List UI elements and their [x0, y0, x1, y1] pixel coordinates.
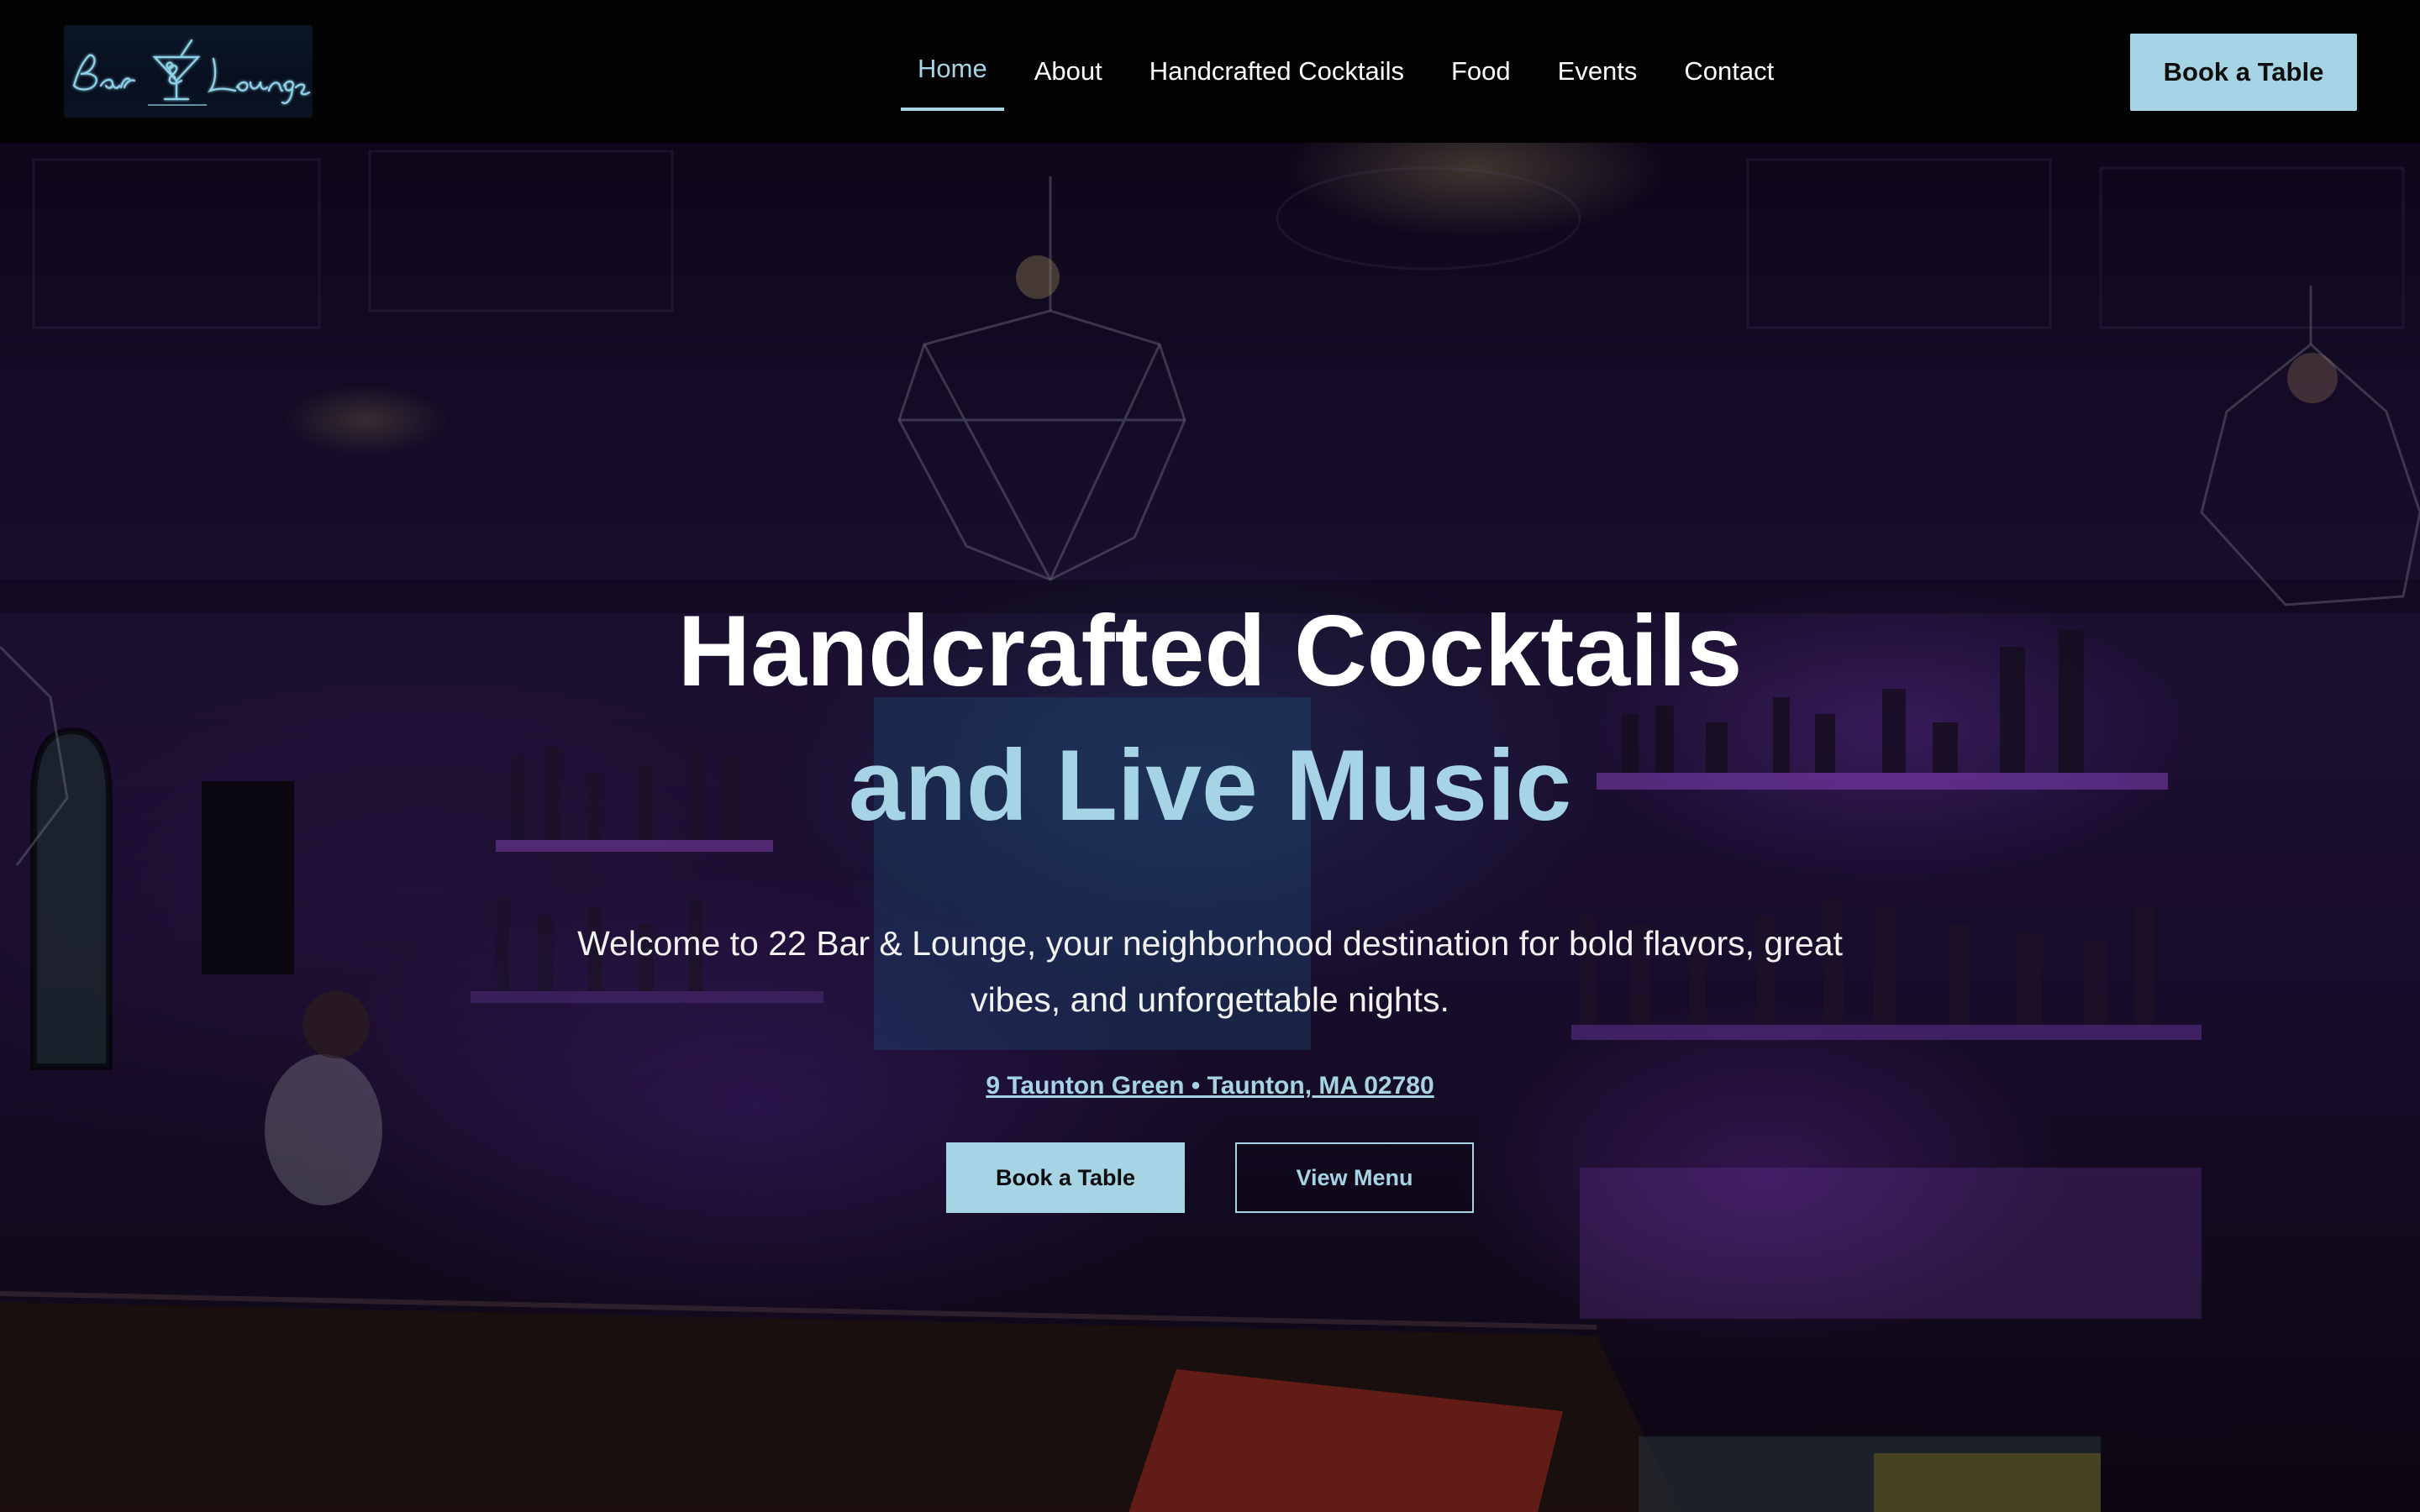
book-table-header-button[interactable]: Book a Table	[2130, 34, 2357, 111]
nav-item-label: Handcrafted Cocktails	[1149, 56, 1404, 86]
nav-item-label: About	[1034, 56, 1102, 86]
nav-item-food[interactable]: Food	[1434, 0, 1528, 143]
nav-item-label: Contact	[1684, 56, 1775, 86]
main-nav: Home About Handcrafted Cocktails Food Ev…	[901, 0, 1804, 143]
martini-logo-icon	[72, 39, 311, 106]
nav-item-label: Food	[1450, 56, 1511, 86]
site-header: Home About Handcrafted Cocktails Food Ev…	[0, 0, 2420, 143]
view-menu-button[interactable]: View Menu	[1235, 1142, 1474, 1213]
hero-subtitle: Welcome to 22 Bar & Lounge, your neighbo…	[577, 924, 1843, 1019]
hero-headline-line-2: and Live Music	[848, 729, 1572, 842]
nav-item-label: Home	[918, 54, 987, 83]
brand-logo[interactable]	[64, 25, 313, 118]
hero-content: Handcrafted Cocktails and Live Music Wel…	[0, 143, 2420, 1512]
nav-item-home[interactable]: Home	[901, 0, 1004, 143]
nav-item-contact[interactable]: Contact	[1667, 0, 1791, 143]
nav-item-events[interactable]: Events	[1541, 0, 1655, 143]
nav-item-about[interactable]: About	[1018, 0, 1119, 143]
nav-item-handcrafted-cocktails[interactable]: Handcrafted Cocktails	[1133, 0, 1421, 143]
hero-section: Handcrafted Cocktails and Live Music Wel…	[0, 143, 2420, 1512]
address-link[interactable]: 9 Taunton Green • Taunton, MA 02780	[0, 1072, 2420, 1100]
book-table-button[interactable]: Book a Table	[946, 1142, 1185, 1213]
nav-item-label: Events	[1557, 56, 1638, 86]
hero-headline-line-1: Handcrafted Cocktails	[677, 595, 1743, 707]
